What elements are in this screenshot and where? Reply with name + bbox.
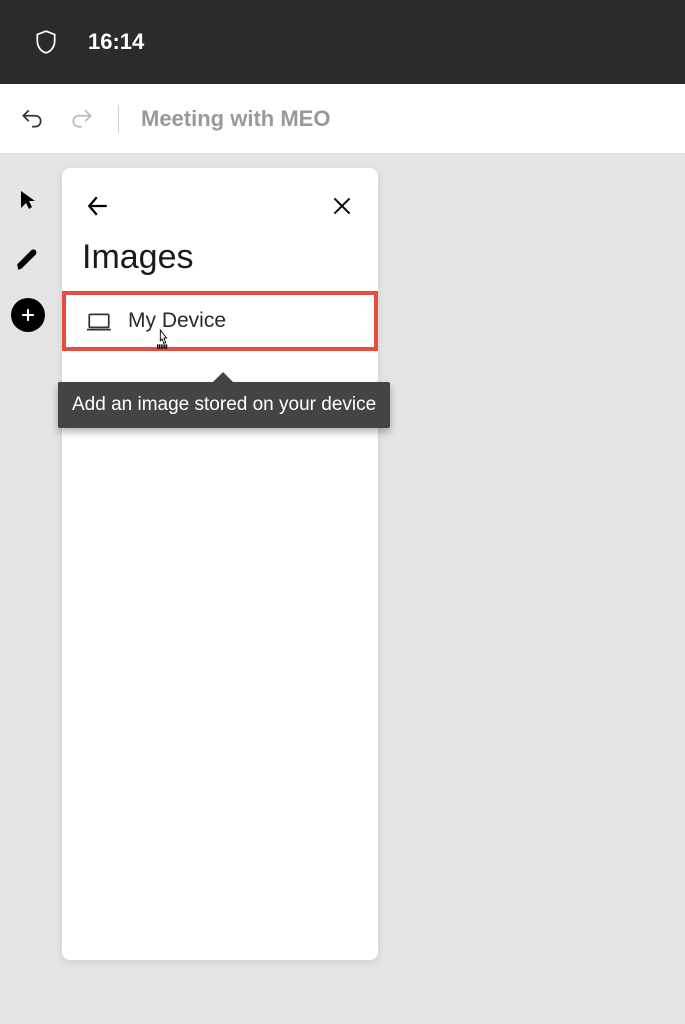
my-device-label: My Device: [128, 309, 226, 333]
toolbar-divider: [118, 105, 119, 133]
sidebar-pen-tool[interactable]: [6, 238, 50, 282]
page-title: Meeting with MEO: [141, 106, 330, 132]
status-time: 16:14: [88, 29, 144, 55]
panel-title: Images: [62, 228, 378, 291]
undo-button[interactable]: [18, 105, 46, 133]
sidebar-add-button[interactable]: [11, 298, 45, 332]
images-panel: Images My Device Add an image stored on …: [62, 168, 378, 960]
toolbar: Meeting with MEO: [0, 84, 685, 154]
content-area: Images My Device Add an image stored on …: [0, 154, 685, 1024]
back-button[interactable]: [82, 190, 114, 222]
left-sidebar: [6, 178, 56, 332]
status-bar: 16:14: [0, 0, 685, 84]
tooltip: Add an image stored on your device: [58, 382, 390, 428]
shield-icon: [32, 28, 60, 56]
laptop-icon: [86, 312, 110, 330]
my-device-option[interactable]: My Device: [62, 291, 378, 351]
close-button[interactable]: [326, 190, 358, 222]
panel-header: [62, 184, 378, 228]
redo-button[interactable]: [68, 105, 96, 133]
sidebar-cursor-tool[interactable]: [6, 178, 50, 222]
